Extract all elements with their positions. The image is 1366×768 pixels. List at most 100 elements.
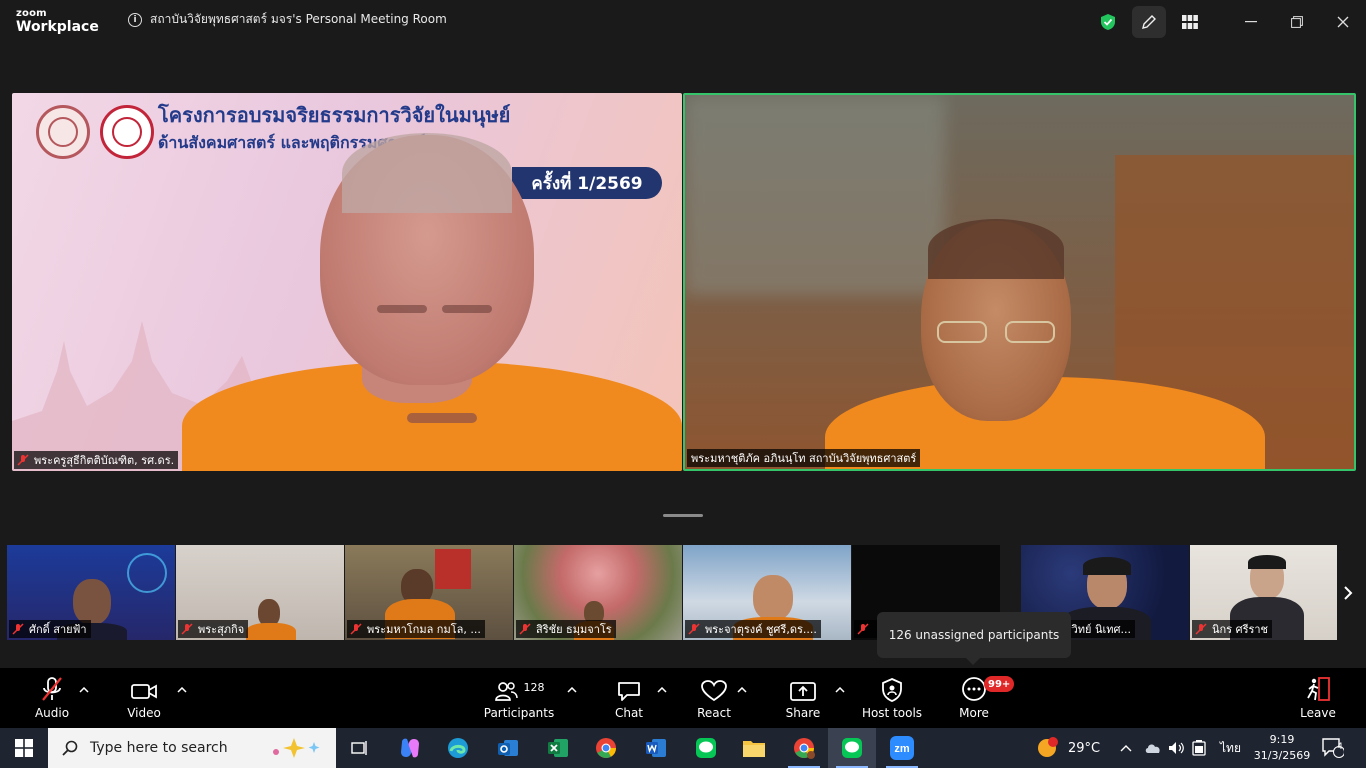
title-bar: zoom Workplace i สถาบันวิจัยพุทธศาสตร์ ม… [0,0,1366,44]
brand-top: zoom [16,8,47,19]
encryption-shield-icon[interactable] [1088,2,1128,42]
chat-options-chevron-up-icon[interactable] [656,684,668,696]
video-stage: โครงการอบรมจริยธรรมการวิจัยในมนุษย์ ด้าน… [0,44,1366,668]
participant-name: สิริชัย ธมฺมจาโร [536,623,612,636]
share-button[interactable]: Share [782,668,824,728]
leave-button[interactable]: Leave [1298,668,1338,728]
video-button[interactable]: Video [122,668,166,728]
participant-name: พระมหาโกมล กมโล, ... [367,623,481,636]
muted-mic-icon [349,622,363,636]
edge-browser-icon[interactable] [434,728,482,768]
muted-mic-icon [180,622,194,636]
word-app-icon[interactable] [632,728,680,768]
outlook-app-icon[interactable] [484,728,532,768]
view-grid-icon[interactable] [1170,2,1210,42]
excel-app-icon[interactable] [534,728,582,768]
weather-widget[interactable]: 29°C [1036,728,1100,768]
close-icon[interactable] [1320,0,1366,44]
brand-bottom: Workplace [16,19,99,35]
react-label: React [697,706,731,720]
participant-name: พระมหาชุติภัค อภินนฺโท สถาบันวิจัยพุทธศา… [691,452,917,465]
zoom-app-icon[interactable]: zm [878,728,926,768]
participants-button[interactable]: 128 Participants [483,668,555,728]
participants-icon [494,682,518,701]
video-label: Video [127,706,161,720]
chat-button[interactable]: Chat [610,668,648,728]
annotate-pencil-icon[interactable] [1132,6,1166,38]
react-button[interactable]: React [694,668,734,728]
share-screen-icon [790,676,816,702]
line-app-running-icon[interactable] [828,728,876,768]
more-ellipsis-icon [961,676,987,702]
muted-mic-icon [40,676,64,702]
clock-time: 9:19 [1269,733,1295,746]
participant-name: พระจาตุรงค์ ชูศรี,ดร.... [705,623,817,636]
windows-taskbar: Type here to search zm 29°C ไทย 9:19 31/… [0,728,1366,768]
thumbnail-tile[interactable]: พระสุภกิจ [176,545,344,640]
video-camera-icon [130,676,158,702]
notification-count: 4 [1337,742,1343,752]
leave-label: Leave [1300,706,1336,720]
thumbnail-tile[interactable]: นิกร ศรีราช [1190,545,1337,640]
chevron-right-icon[interactable] [1337,575,1359,611]
restore-icon[interactable] [1274,0,1320,44]
participants-label: Participants [483,706,555,720]
search-icon [62,740,78,756]
chat-label: Chat [614,706,644,720]
host-shield-icon [881,676,903,702]
meeting-toolbar: Audio Video 128 Participants Chat React [0,668,1366,728]
muted-mic-icon [518,622,532,636]
input-language-indicator[interactable]: ไทย [1220,728,1241,768]
audio-options-chevron-up-icon[interactable] [78,684,90,696]
notification-center-icon[interactable]: 4 [1322,728,1344,768]
thumbnail-tile[interactable]: พระมหาโกมล กมโล, ... [345,545,513,640]
chat-bubble-icon [617,676,641,702]
line-app-icon[interactable] [682,728,730,768]
copilot-app-icon[interactable] [386,728,434,768]
minimize-icon[interactable] [1228,0,1274,44]
heart-icon [701,676,727,702]
participants-options-chevron-up-icon[interactable] [566,684,578,696]
clock-date: 31/3/2569 [1253,749,1311,762]
participant-name-tag: พระมหาชุติภัค อภินนฺโท สถาบันวิจัยพุทธศา… [687,449,921,467]
audio-button[interactable]: Audio [30,668,74,728]
battery-icon[interactable] [1192,728,1206,768]
audio-label: Audio [34,706,70,720]
splitter-drag-handle[interactable] [663,514,703,517]
participant-name-tag: พระครูสุธีกิตติบัณฑิต, รศ.ดร. [14,451,179,469]
participant-name: พระสุภกิจ [198,623,245,636]
host-tools-button[interactable]: Host tools [862,668,922,728]
muted-mic-icon [687,622,701,636]
taskbar-clock[interactable]: 9:19 31/3/2569 [1252,732,1312,764]
chrome-profile-icon[interactable] [780,728,828,768]
chrome-browser-icon[interactable] [582,728,630,768]
thumbnail-tile[interactable]: พระจาตุรงค์ ชูศรี,ดร.... [683,545,851,640]
task-view-icon[interactable] [336,728,384,768]
info-icon[interactable]: i [128,12,142,27]
file-explorer-icon[interactable] [730,728,778,768]
muted-mic-icon [1194,622,1208,636]
volume-speaker-icon[interactable] [1168,728,1186,768]
thumbnail-tile[interactable]: สิริชัย ธมฺมจาโร [514,545,682,640]
video-tile-speaker-1[interactable]: โครงการอบรมจริยธรรมการวิจัยในมนุษย์ ด้าน… [12,93,682,471]
participant-name-tag: ศักดิ์ สายฟ้า [9,620,91,638]
muted-mic-icon [16,453,30,467]
video-options-chevron-up-icon[interactable] [176,684,188,696]
search-placeholder: Type here to search [90,740,228,756]
react-options-chevron-up-icon[interactable] [736,684,748,696]
taskbar-search-box[interactable]: Type here to search [48,728,336,768]
leave-exit-icon [1305,676,1331,702]
meeting-info[interactable]: i สถาบันวิจัยพุทธศาสตร์ มจร's Personal M… [128,10,447,29]
windows-start-icon[interactable] [0,728,48,768]
thumbnail-strip: ศักดิ์ สายฟ้า พระสุภกิจ พระมหาโกมล กมโล,… [7,545,1359,640]
thumbnail-tile[interactable]: ศักดิ์ สายฟ้า [7,545,175,640]
meeting-title: สถาบันวิจัยพุทธศาสตร์ มจร's Personal Mee… [150,12,447,26]
svg-text:zm: zm [894,743,910,755]
tray-overflow-chevron-up-icon[interactable] [1120,728,1132,768]
video-tile-active-speaker[interactable]: พระมหาชุติภัค อภินนฺโท สถาบันวิจัยพุทธศา… [683,93,1356,471]
muted-mic-icon [856,622,870,636]
share-options-chevron-up-icon[interactable] [834,684,846,696]
zoom-logo: zoom Workplace [16,8,99,35]
more-label: More [959,706,989,720]
onedrive-cloud-icon[interactable] [1144,728,1162,768]
